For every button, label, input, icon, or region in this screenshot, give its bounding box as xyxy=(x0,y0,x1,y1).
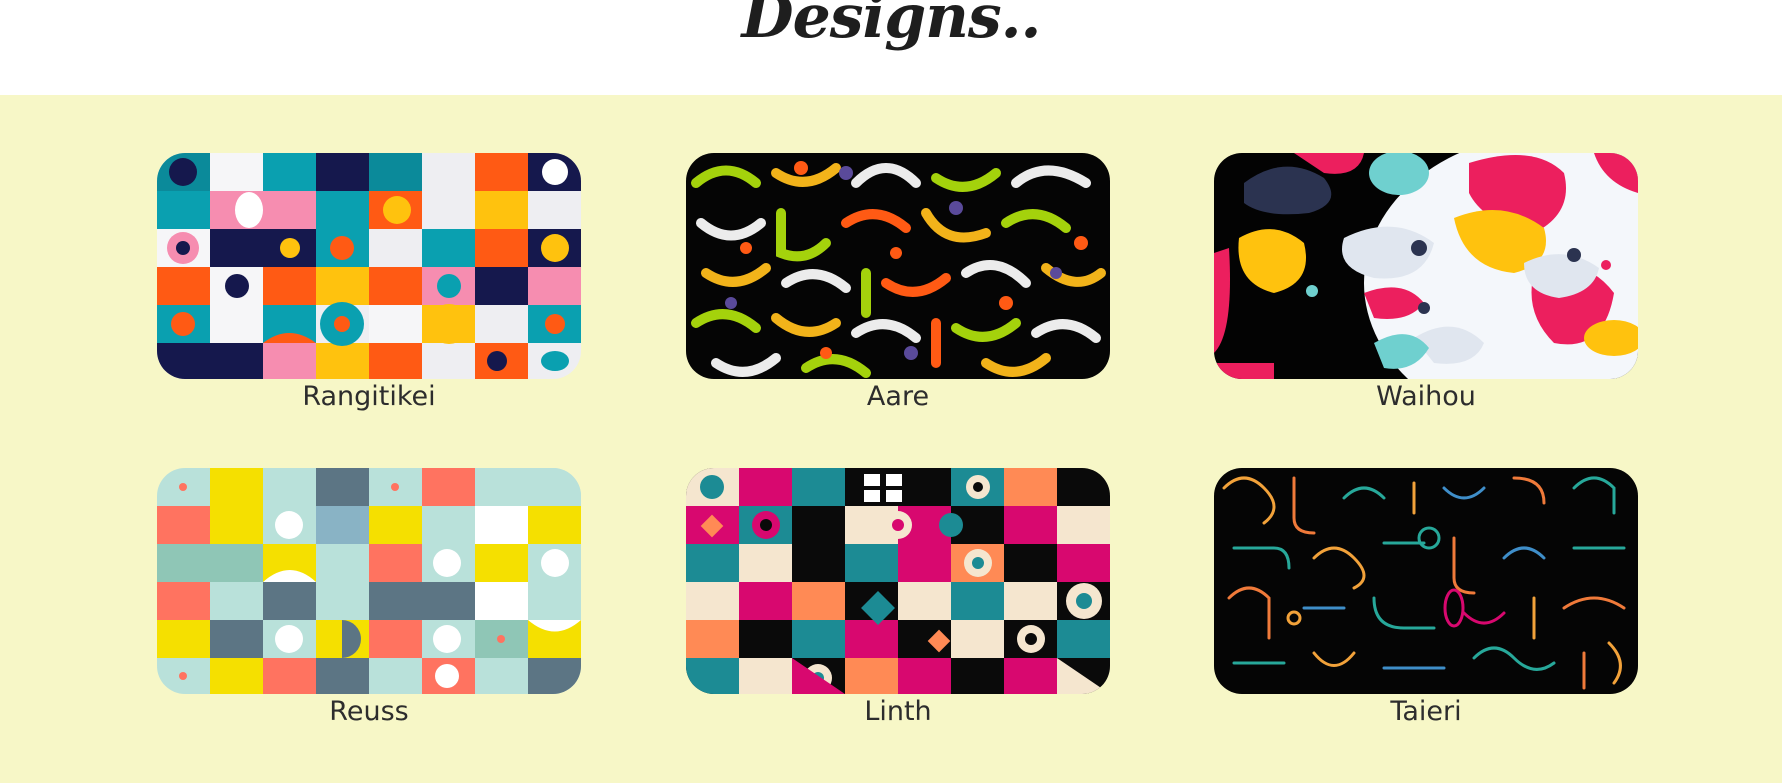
design-label[interactable]: Reuss xyxy=(157,694,581,730)
design-label[interactable]: Linth xyxy=(686,694,1110,730)
design-thumbnail-taieri[interactable] xyxy=(1214,468,1638,694)
design-label[interactable]: Aare xyxy=(686,379,1110,415)
design-card-reuss[interactable]: Reuss xyxy=(157,468,581,730)
design-card-linth[interactable]: Linth xyxy=(686,468,1110,730)
page-header: Designs.. xyxy=(0,0,1782,95)
design-card-taieri[interactable]: Taieri xyxy=(1214,468,1638,730)
line-pattern-image xyxy=(1214,468,1638,694)
design-thumbnail-linth[interactable] xyxy=(686,468,1110,694)
design-card-aare[interactable]: Aare xyxy=(686,153,1110,415)
pastel-pattern-image xyxy=(157,468,581,694)
design-gallery: Rangitikei Aare Waihou Reuss Linth Taier… xyxy=(0,95,1782,783)
design-thumbnail-reuss[interactable] xyxy=(157,468,581,694)
squiggle-pattern-image xyxy=(686,153,1110,379)
design-label[interactable]: Waihou xyxy=(1214,379,1638,415)
design-card-waihou[interactable]: Waihou xyxy=(1214,153,1638,415)
page-title: Designs.. xyxy=(741,0,1042,52)
design-thumbnail-waihou[interactable] xyxy=(1214,153,1638,379)
mosaic-pattern-image xyxy=(686,468,1110,694)
design-card-rangitikei[interactable]: Rangitikei xyxy=(157,153,581,415)
design-label[interactable]: Taieri xyxy=(1214,694,1638,730)
design-thumbnail-aare[interactable] xyxy=(686,153,1110,379)
blob-pattern-image xyxy=(1214,153,1638,379)
design-label[interactable]: Rangitikei xyxy=(157,379,581,415)
geometric-pattern-image xyxy=(157,153,581,379)
design-thumbnail-rangitikei[interactable] xyxy=(157,153,581,379)
